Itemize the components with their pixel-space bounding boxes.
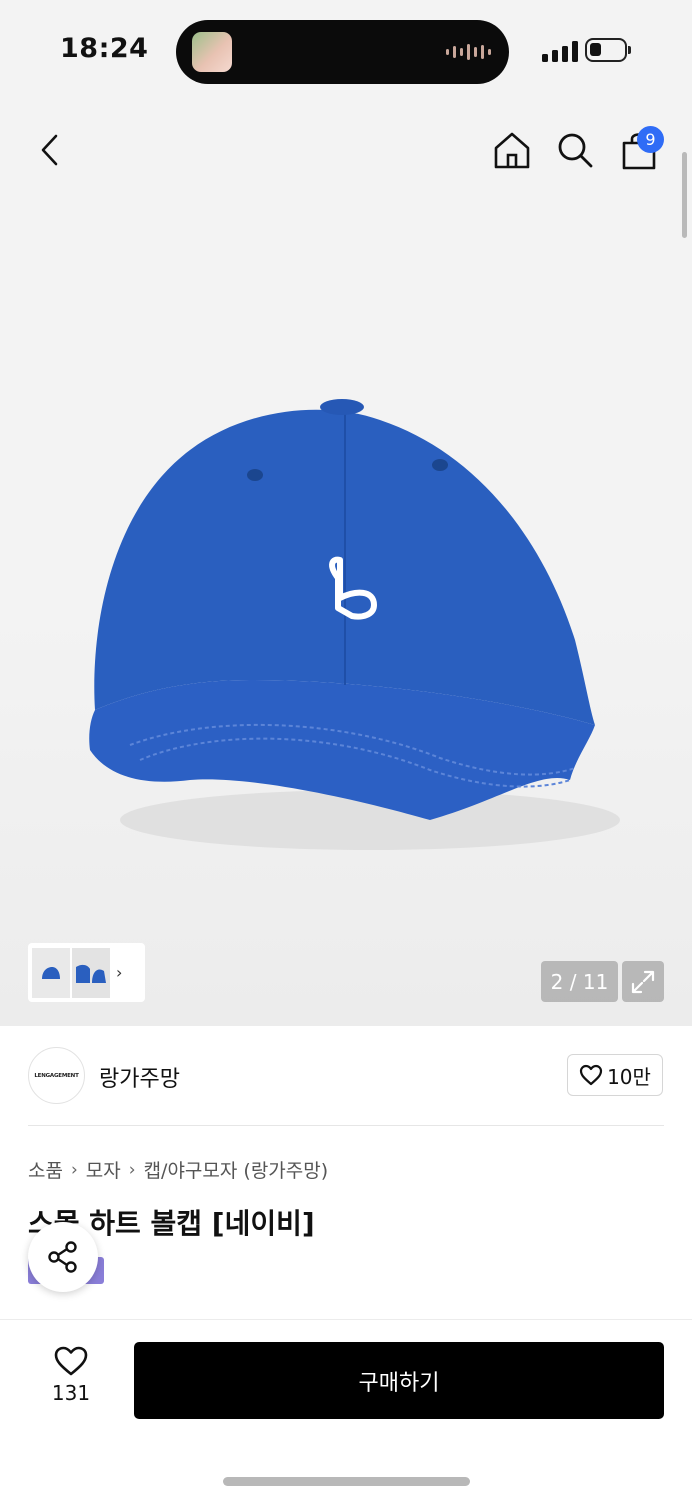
wishlist-button[interactable]: 131: [40, 1345, 102, 1405]
expand-icon: [631, 970, 655, 993]
thumbnail-more-icon[interactable]: ›: [116, 963, 122, 982]
scrollbar[interactable]: [682, 152, 687, 238]
thumbnail-1[interactable]: [32, 947, 70, 998]
thumbnail-2[interactable]: [72, 947, 110, 998]
home-indicator[interactable]: [223, 1477, 470, 1486]
chevron-left-icon: [41, 134, 58, 166]
product-image: [89, 399, 620, 850]
home-icon: [494, 132, 530, 169]
buy-button[interactable]: 구매하기: [134, 1342, 664, 1419]
breadcrumb-item[interactable]: 소품: [28, 1156, 63, 1183]
brand-like-count: 10만: [607, 1064, 651, 1089]
brand-like-button[interactable]: 10만: [567, 1054, 663, 1096]
search-icon: [558, 133, 593, 168]
share-button[interactable]: [28, 1222, 98, 1292]
cap-thumb-icon: [76, 964, 106, 983]
brand-name[interactable]: 랑가주망: [99, 1061, 180, 1093]
breadcrumb-item[interactable]: 모자: [86, 1156, 121, 1183]
thumbnail-strip[interactable]: ›: [28, 943, 145, 1002]
image-pager: 2 / 11: [541, 961, 618, 1002]
divider: [28, 1125, 664, 1126]
wishlist-count: 131: [51, 1381, 91, 1405]
signal-icon: [542, 40, 578, 62]
dynamic-island[interactable]: [176, 20, 509, 84]
battery-icon: [585, 38, 627, 62]
home-button[interactable]: [487, 125, 537, 175]
chevron-right-icon: ›: [70, 1159, 78, 1180]
heart-icon: [54, 1346, 88, 1376]
chevron-right-icon: ›: [128, 1159, 136, 1180]
breadcrumb-item[interactable]: 캡/야구모자 (랑가주망): [144, 1156, 329, 1183]
search-button[interactable]: [550, 125, 600, 175]
brand-logo[interactable]: LENGAGEMENT: [28, 1047, 85, 1104]
audio-waveform-icon: [446, 42, 491, 62]
heart-icon: [579, 1064, 603, 1086]
status-time: 18:24: [60, 33, 149, 64]
back-button[interactable]: [25, 125, 75, 175]
cap-thumb-icon: [42, 966, 60, 979]
brand-logo-text: LENGAGEMENT: [34, 1072, 79, 1079]
fullscreen-button[interactable]: [622, 961, 664, 1002]
cart-count-badge: 9: [637, 126, 664, 153]
share-icon: [48, 1241, 77, 1273]
battery-nub: [628, 46, 631, 54]
breadcrumb: 소품 › 모자 › 캡/야구모자 (랑가주망): [28, 1156, 328, 1183]
now-playing-thumbnail: [192, 32, 232, 72]
